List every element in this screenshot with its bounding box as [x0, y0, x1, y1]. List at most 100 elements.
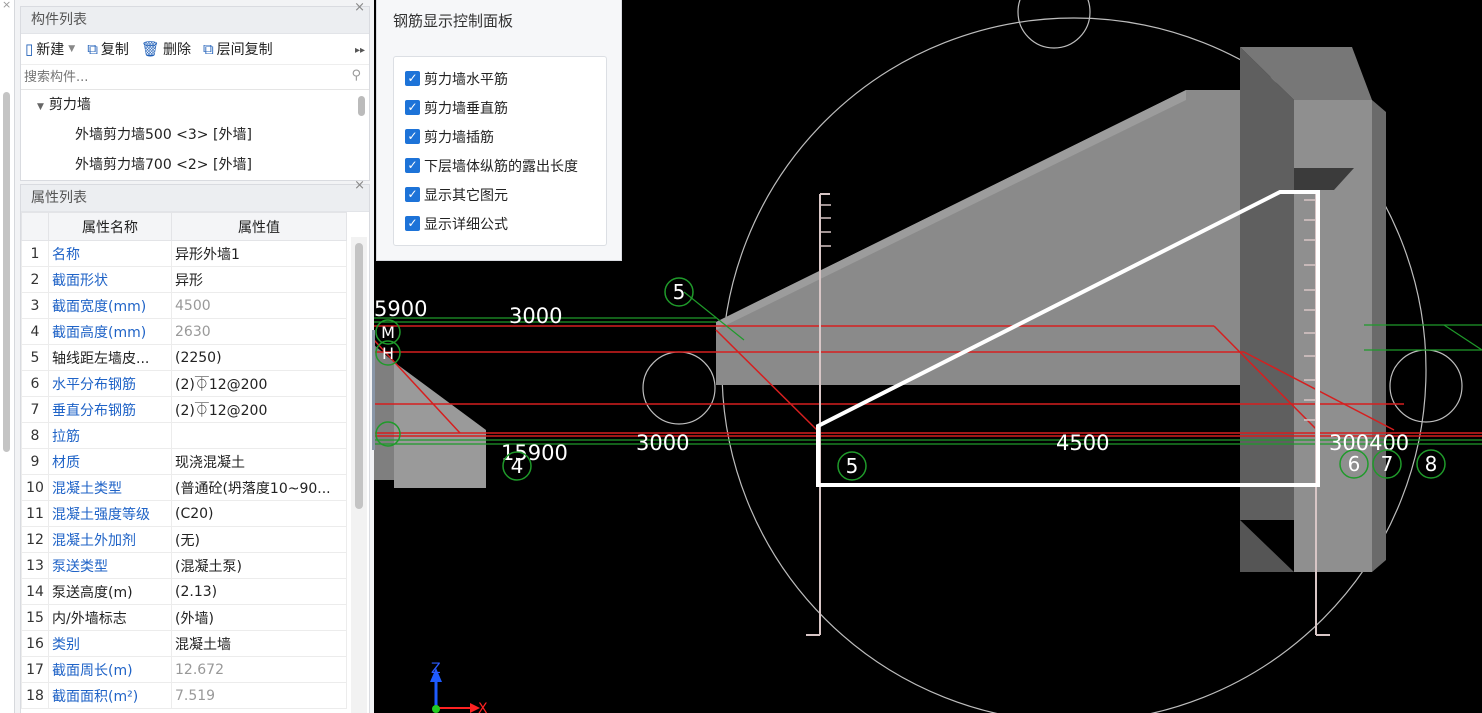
property-name: 混凝土类型 [48, 474, 172, 501]
property-value[interactable]: 4500 [171, 292, 347, 319]
checkbox-checked-icon[interactable]: ✓ [405, 129, 420, 144]
table-row[interactable]: 9 材质 现浇混凝土 [21, 448, 347, 475]
property-value[interactable]: 现浇混凝土 [171, 448, 347, 475]
property-name: 泵送高度(m) [48, 578, 172, 605]
new-button[interactable]: ▯ 新建 ▼ [25, 39, 75, 59]
table-row[interactable]: 4 截面高度(mm) 2630 [21, 318, 347, 345]
property-name: 截面周长(m) [48, 656, 172, 683]
row-number: 4 [21, 318, 49, 345]
property-value[interactable]: (2)⏁12@200 [171, 370, 347, 397]
property-value[interactable] [171, 422, 347, 449]
side-scrollbar[interactable] [3, 92, 10, 452]
table-row[interactable]: 5 轴线距左墙皮... (2250) [21, 344, 347, 371]
property-value[interactable]: 异形外墙1 [171, 240, 347, 267]
table-row[interactable]: 15 内/外墙标志 (外墙) [21, 604, 347, 631]
row-number: 10 [21, 474, 49, 501]
rebar-option-checkbox[interactable]: ✓ 剪力墙垂直筋 [394, 93, 606, 122]
scene-shape [1443, 324, 1482, 351]
dimension-label: 5900 [374, 297, 427, 321]
checkbox-checked-icon[interactable]: ✓ [405, 100, 420, 115]
search-input[interactable] [21, 65, 326, 89]
property-name: 混凝土外加剂 [48, 526, 172, 553]
table-row[interactable]: 2 截面形状 异形 [21, 266, 347, 293]
table-row[interactable]: 1 名称 异形外墙1 [21, 240, 347, 267]
floor-copy-button[interactable]: ⧉ 层间复制 [203, 39, 273, 59]
table-row[interactable]: 7 垂直分布钢筋 (2)⏁12@200 [21, 396, 347, 423]
property-value[interactable]: 7.519 [171, 682, 347, 709]
property-value[interactable]: (外墙) [171, 604, 347, 631]
property-value[interactable]: 2630 [171, 318, 347, 345]
scrollbar-thumb[interactable] [355, 243, 363, 509]
table-row[interactable]: 6 水平分布钢筋 (2)⏁12@200 [21, 370, 347, 397]
row-number: 17 [21, 656, 49, 683]
close-icon[interactable]: × [354, 0, 365, 15]
axis-z-label: Z [431, 661, 441, 677]
property-value[interactable]: 混凝土墙 [171, 630, 347, 657]
rebar-option-checkbox[interactable]: ✓ 剪力墙水平筋 [394, 64, 606, 93]
property-list-panel: 属性列表 × 属性名称 属性值 1 名称 异形外墙1 2 截面形状 异形 3 截面宽度(mm)… [20, 178, 370, 713]
close-icon[interactable]: × [354, 178, 365, 193]
property-value[interactable]: 异形 [171, 266, 347, 293]
close-icon[interactable]: × [2, 0, 11, 11]
left-sidebar: × 构件列表 × ▯ 新建 ▼ ⧉ 复制 🗑 删除 ⧉ 层间复制 ▸▸ 搜索构件… [0, 0, 374, 713]
table-row[interactable]: 14 泵送高度(m) (2.13) [21, 578, 347, 605]
rebar-option-checkbox[interactable]: ✓ 显示详细公式 [394, 209, 606, 238]
caret-down-icon[interactable]: ▼ [37, 102, 44, 112]
table-row[interactable]: 8 拉筋 [21, 422, 347, 449]
rebar-options-box: ✓ 剪力墙水平筋 ✓ 剪力墙垂直筋 ✓ 剪力墙插筋 ✓ 下层墙体纵筋的露出长度 ✓ 显示其它图元 ✓… [393, 56, 607, 246]
table-row[interactable]: 11 混凝土强度等级 (C20) [21, 500, 347, 527]
checkbox-checked-icon[interactable]: ✓ [405, 187, 420, 202]
checkbox-checked-icon[interactable]: ✓ [405, 71, 420, 86]
table-row[interactable]: 10 混凝土类型 (普通砼(坍落度10~90... [21, 474, 347, 501]
tree-item[interactable]: 外墙剪力墙500 <3> [外墙] [21, 120, 369, 150]
copy-button[interactable]: ⧉ 复制 [87, 39, 129, 59]
axis-x-label: X [478, 701, 488, 713]
property-value[interactable]: (2250) [171, 344, 347, 371]
table-row[interactable]: 12 混凝土外加剂 (无) [21, 526, 347, 553]
property-name: 名称 [48, 240, 172, 267]
property-value[interactable]: (无) [171, 526, 347, 553]
tree-scrollbar[interactable] [358, 96, 365, 116]
property-value[interactable]: (2.13) [171, 578, 347, 605]
rebar-option-checkbox[interactable]: ✓ 剪力墙插筋 [394, 122, 606, 151]
axis-bubble-label: M [381, 323, 395, 342]
property-value[interactable]: (混凝土泵) [171, 552, 347, 579]
row-number: 7 [21, 396, 49, 423]
table-row[interactable]: 17 截面周长(m) 12.672 [21, 656, 347, 683]
table-row[interactable]: 18 截面面积(m²) 7.519 [21, 682, 347, 709]
checkbox-checked-icon[interactable]: ✓ [405, 216, 420, 231]
row-number: 9 [21, 448, 49, 475]
property-value[interactable]: (C20) [171, 500, 347, 527]
property-scrollbar[interactable] [351, 237, 367, 713]
tree-node-shear-wall[interactable]: ▼ 剪力墙 [21, 90, 369, 120]
scene-shape [432, 705, 440, 713]
table-row[interactable]: 16 类别 混凝土墙 [21, 630, 347, 657]
rebar-panel-title: 钢筋显示控制面板 [393, 12, 514, 30]
delete-button[interactable]: 🗑 删除 [141, 39, 191, 59]
property-name-header: 属性名称 [48, 212, 172, 241]
toolbar-overflow-icon[interactable]: ▸▸ [355, 45, 365, 56]
table-row[interactable]: 3 截面宽度(mm) 4500 [21, 292, 347, 319]
panel-splitter[interactable] [372, 330, 375, 450]
chevron-down-icon[interactable]: ▼ [68, 44, 75, 54]
property-value[interactable]: 12.672 [171, 656, 347, 683]
row-number: 12 [21, 526, 49, 553]
axis-bubble-label: 6 [1348, 452, 1361, 476]
tree-item[interactable]: 外墙剪力墙700 <2> [外墙] [21, 150, 369, 178]
table-row[interactable]: 13 泵送类型 (混凝土泵) [21, 552, 347, 579]
property-value[interactable]: (普通砼(坍落度10~90... [171, 474, 347, 501]
tick-bar-left [806, 193, 830, 636]
rebar-option-checkbox[interactable]: ✓ 下层墙体纵筋的露出长度 [394, 151, 606, 180]
rebar-option-label: 下层墙体纵筋的露出长度 [424, 158, 578, 175]
table-header-row: 属性名称 属性值 [21, 212, 347, 241]
row-number: 14 [21, 578, 49, 605]
dimension-label: 300400 [1329, 431, 1409, 455]
axis-bubble-label: 4 [511, 454, 524, 478]
search-icon[interactable]: ⚲ [351, 68, 361, 83]
row-number: 1 [21, 240, 49, 267]
checkbox-checked-icon[interactable]: ✓ [405, 158, 420, 173]
tree-node-label: 剪力墙 [48, 97, 91, 113]
property-value[interactable]: (2)⏁12@200 [171, 396, 347, 423]
rebar-option-checkbox[interactable]: ✓ 显示其它图元 [394, 180, 606, 209]
row-number: 18 [21, 682, 49, 709]
